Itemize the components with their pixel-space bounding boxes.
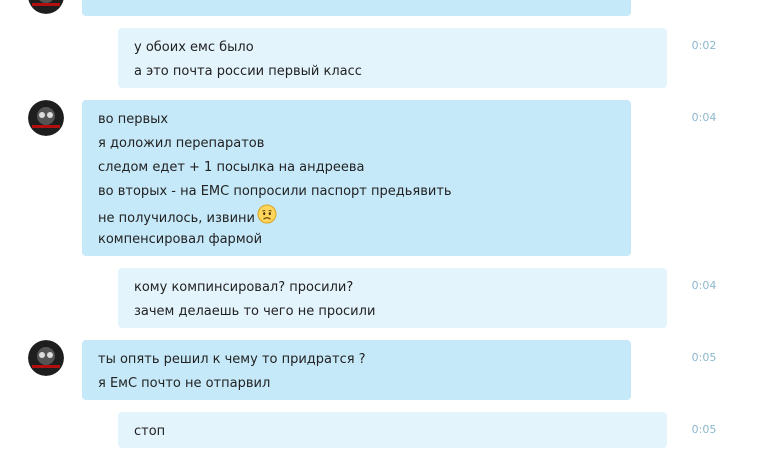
message-timestamp: 0:04: [691, 279, 717, 292]
contact-avatar[interactable]: [28, 0, 64, 14]
message-timestamp: 0:04: [691, 111, 717, 124]
message-bubble-incoming[interactable]: ты опять решил к чему то придратся ? я Е…: [82, 340, 631, 400]
message-line: я доложил перепаратов: [98, 136, 265, 151]
message-bubble-outgoing[interactable]: стоп: [118, 412, 667, 448]
message-line: кому компинсировал? просили?: [134, 280, 354, 295]
message-line: ты опять решил к чему то придратся ?: [98, 352, 366, 367]
message-timestamp: 0:02: [691, 39, 717, 52]
message-line: во вторых - на ЕМС попросили паспорт пре…: [98, 184, 452, 199]
message-line: зачем делаешь то чего не просили: [134, 304, 376, 319]
message-line-with-emoji: не получилось, извини: [98, 204, 615, 228]
contact-avatar[interactable]: [28, 340, 64, 376]
message-timestamp: 0:05: [691, 423, 717, 436]
message-line: следом едет + 1 посылка на андреева: [98, 160, 365, 175]
message-line: компенсировал фармой: [98, 232, 263, 247]
message-timestamp: 0:05: [691, 351, 717, 364]
message-bubble-incoming[interactable]: [82, 0, 631, 16]
contact-avatar-image: [28, 100, 64, 136]
message-line: у обоих емс было: [134, 40, 254, 55]
message-bubble-outgoing[interactable]: кому компинсировал? просили? зачем делае…: [118, 268, 667, 328]
message-bubble-outgoing[interactable]: у обоих емс было а это почта россии перв…: [118, 28, 667, 88]
message-bubble-incoming[interactable]: во первых я доложил перепаратов следом е…: [82, 100, 631, 256]
contact-avatar-image: [28, 340, 64, 376]
contact-avatar-image: [28, 0, 64, 14]
message-line: я ЕмС почто не отпарвил: [98, 376, 271, 391]
contact-avatar[interactable]: [28, 100, 64, 136]
message-text: не получилось, извини: [98, 211, 255, 226]
message-line: а это почта россии первый класс: [134, 64, 362, 79]
message-line: стоп: [134, 424, 166, 439]
message-line: во первых: [98, 112, 169, 127]
